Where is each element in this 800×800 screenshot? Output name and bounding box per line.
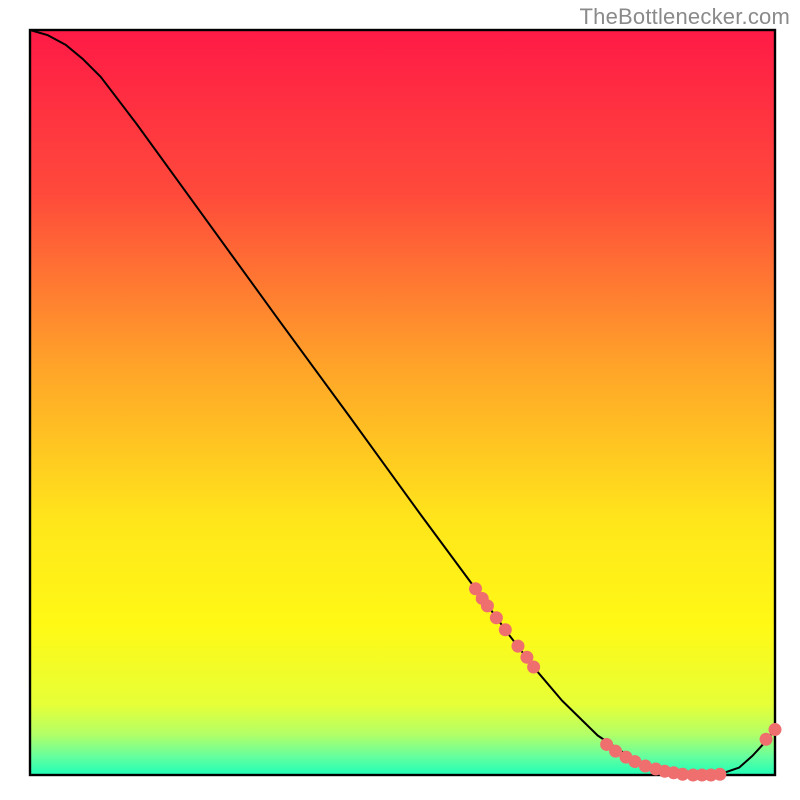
chart-root: TheBottlenecker.com — [0, 0, 800, 800]
scatter-point — [499, 623, 512, 636]
scatter-point — [527, 660, 540, 673]
scatter-point — [713, 768, 726, 781]
scatter-point — [511, 640, 524, 653]
plot-background — [30, 30, 775, 775]
chart-canvas — [0, 0, 800, 800]
scatter-point — [490, 611, 503, 624]
scatter-point — [481, 599, 494, 612]
scatter-point — [769, 723, 782, 736]
scatter-point — [760, 733, 773, 746]
